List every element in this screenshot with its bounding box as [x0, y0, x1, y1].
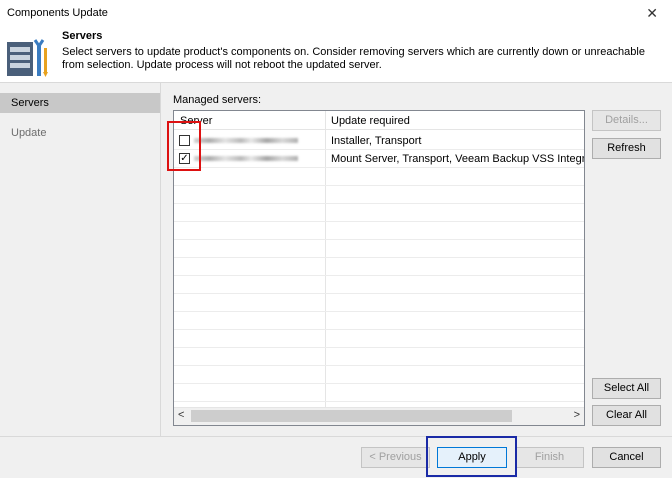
- page-title: Servers: [62, 30, 103, 42]
- page-description: Select servers to update product's compo…: [62, 46, 645, 71]
- server-name-redacted: [194, 156, 298, 161]
- cancel-button[interactable]: Cancel: [592, 447, 661, 468]
- empty-row: [174, 276, 584, 294]
- table-row[interactable]: ✓ Mount Server, Transport, Veeam Backup …: [174, 150, 584, 168]
- nav-item-servers[interactable]: Servers: [0, 93, 160, 113]
- scrollbar-thumb[interactable]: [191, 410, 512, 422]
- close-icon[interactable]: ✕: [646, 5, 658, 22]
- empty-row: [174, 294, 584, 312]
- clear-all-button[interactable]: Clear All: [592, 405, 661, 426]
- finish-button[interactable]: Finish: [515, 447, 584, 468]
- update-required-cell: Installer, Transport: [331, 135, 422, 147]
- empty-row: [174, 168, 584, 186]
- horizontal-scrollbar[interactable]: < >: [174, 407, 584, 425]
- empty-row: [174, 330, 584, 348]
- empty-row: [174, 348, 584, 366]
- empty-row: [174, 312, 584, 330]
- servers-list[interactable]: Server Update required Installer, Transp…: [173, 110, 585, 426]
- refresh-button[interactable]: Refresh: [592, 138, 661, 159]
- list-header: Server Update required: [174, 111, 584, 130]
- managed-servers-label: Managed servers:: [173, 94, 262, 106]
- title-bar: Components Update ✕: [0, 0, 672, 28]
- empty-row: [174, 222, 584, 240]
- nav-item-update[interactable]: Update: [0, 123, 160, 143]
- previous-button[interactable]: < Previous: [361, 447, 430, 468]
- wizard-header: Servers Select servers to update product…: [0, 28, 672, 83]
- details-button[interactable]: Details...: [592, 110, 661, 131]
- scroll-left-icon[interactable]: <: [178, 409, 184, 421]
- server-name-redacted: [194, 138, 298, 143]
- column-update-required[interactable]: Update required: [331, 115, 410, 127]
- select-all-button[interactable]: Select All: [592, 378, 661, 399]
- checkbox-highlight: [167, 121, 201, 171]
- empty-row: [174, 366, 584, 384]
- footer-divider: [0, 436, 672, 437]
- empty-row: [174, 258, 584, 276]
- empty-row: [174, 240, 584, 258]
- scroll-right-icon[interactable]: >: [574, 409, 580, 421]
- table-row[interactable]: Installer, Transport: [174, 132, 584, 150]
- update-required-cell: Mount Server, Transport, Veeam Backup VS…: [331, 153, 584, 165]
- apply-highlight: [426, 436, 517, 477]
- wizard-steps: Servers Update: [0, 83, 161, 436]
- window-title: Components Update: [7, 7, 108, 19]
- empty-row: [174, 186, 584, 204]
- servers-update-icon: [7, 39, 48, 77]
- empty-row: [174, 384, 584, 402]
- empty-row: [174, 204, 584, 222]
